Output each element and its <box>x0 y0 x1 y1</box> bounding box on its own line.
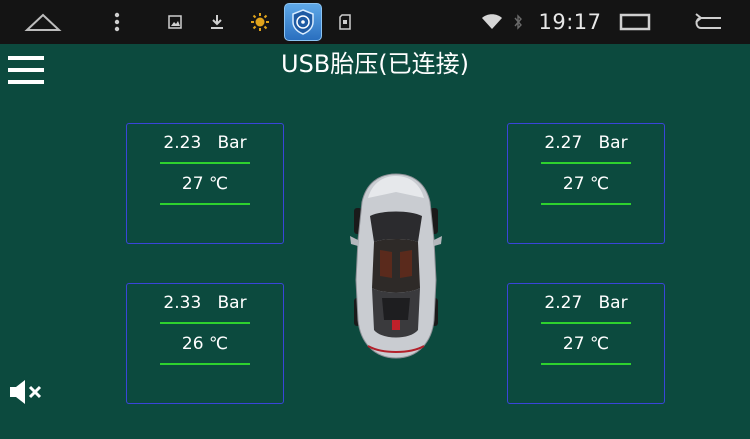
divider <box>160 363 250 365</box>
page-title: USB胎压(已连接) <box>281 50 469 78</box>
tire-temperature: 27 ℃ <box>562 174 610 194</box>
menu-dots-icon[interactable] <box>108 0 126 44</box>
wifi-icon <box>480 0 504 44</box>
image-icon <box>166 0 184 44</box>
tpms-app-icon[interactable] <box>284 3 322 41</box>
download-icon <box>207 0 227 44</box>
recent-apps-icon[interactable] <box>618 0 652 44</box>
tire-temperature: 27 ℃ <box>562 334 610 354</box>
brightness-icon <box>249 0 271 44</box>
home-icon[interactable] <box>22 0 64 44</box>
tire-pressure: 2.33 Bar <box>163 293 247 313</box>
divider <box>160 322 250 324</box>
tire-panel-front-right: 2.27 Bar 27 ℃ <box>507 123 665 244</box>
tire-temperature: 27 ℃ <box>181 174 229 194</box>
sd-card-icon <box>338 0 352 44</box>
tire-temperature: 26 ℃ <box>181 334 229 354</box>
status-bar: 19:17 <box>0 0 750 44</box>
tire-panel-rear-right: 2.27 Bar 27 ℃ <box>507 283 665 404</box>
bluetooth-icon <box>511 0 525 44</box>
clock: 19:17 <box>538 10 602 34</box>
tire-pressure: 2.23 Bar <box>163 133 247 153</box>
tire-panel-front-left: 2.23 Bar 27 ℃ <box>126 123 284 244</box>
back-icon[interactable] <box>690 0 726 44</box>
tire-pressure: 2.27 Bar <box>544 293 628 313</box>
divider <box>541 203 631 205</box>
divider <box>541 162 631 164</box>
divider <box>541 363 631 365</box>
car-top-view-image <box>348 170 444 362</box>
tire-pressure: 2.27 Bar <box>544 133 628 153</box>
divider <box>160 203 250 205</box>
mute-icon[interactable] <box>8 377 44 407</box>
divider <box>160 162 250 164</box>
tire-panel-rear-left: 2.33 Bar 26 ℃ <box>126 283 284 404</box>
divider <box>541 322 631 324</box>
